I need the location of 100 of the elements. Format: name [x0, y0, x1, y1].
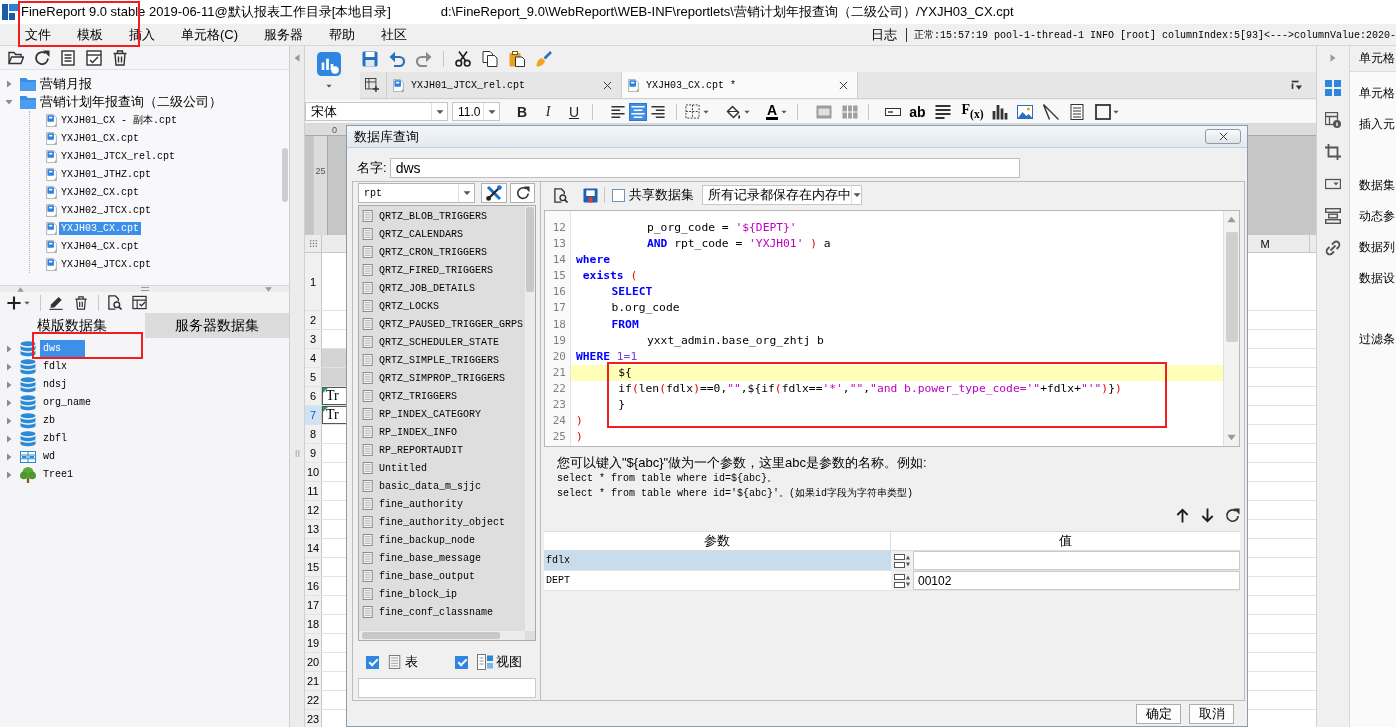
sql-editor[interactable]: [544, 210, 1240, 447]
caret-right-icon[interactable]: [5, 453, 13, 461]
table-item[interactable]: fine_backup_node: [379, 534, 475, 546]
document-icon[interactable]: [60, 49, 76, 66]
report-icon[interactable]: [316, 52, 341, 76]
sheet-cell[interactable]: [322, 349, 346, 367]
table-item[interactable]: QRTZ_CALENDARS: [379, 228, 463, 240]
row-header[interactable]: 22: [305, 691, 322, 709]
table-item[interactable]: fine_conf_classname: [379, 606, 494, 618]
table-item[interactable]: fine_base_message: [379, 552, 482, 564]
row-header[interactable]: 12: [305, 501, 322, 519]
table-item[interactable]: RP_INDEX_INFO: [379, 426, 457, 438]
align-center-button[interactable]: [629, 102, 647, 121]
split-cells-icon[interactable]: [842, 103, 859, 120]
bold-button[interactable]: B: [514, 102, 530, 121]
checkbox-label[interactable]: 表: [405, 653, 418, 671]
copy-icon[interactable]: [482, 51, 498, 67]
row-header[interactable]: 17: [305, 596, 322, 614]
document-check-icon[interactable]: [86, 49, 102, 66]
table-item[interactable]: QRTZ_SCHEDULER_STATE: [379, 336, 500, 348]
menu-item[interactable]: 文件: [25, 25, 51, 44]
formula-button[interactable]: F$_{(x)}$: [961, 102, 984, 121]
table-check-icon[interactable]: [132, 295, 147, 310]
table-item[interactable]: QRTZ_BLOB_TRIGGERS: [379, 210, 488, 222]
row-header[interactable]: 6: [305, 387, 322, 405]
scrollbar[interactable]: [359, 631, 525, 640]
bar-chart-icon[interactable]: [991, 103, 1008, 120]
row-header[interactable]: 4: [305, 349, 322, 367]
row-header[interactable]: 10: [305, 463, 322, 481]
tree-item[interactable]: YXJH01_CX - 副本.cpt: [59, 112, 179, 128]
table-item[interactable]: fine_block_ip: [379, 588, 457, 600]
trash-icon[interactable]: [74, 295, 88, 310]
checkbox[interactable]: [612, 188, 625, 202]
close-button[interactable]: [1205, 129, 1241, 144]
table-item[interactable]: QRTZ_PAUSED_TRIGGER_GRPS: [379, 318, 524, 330]
grip-dots-icon[interactable]: [308, 239, 318, 248]
caret-icon[interactable]: [781, 108, 788, 115]
caret-right-icon[interactable]: [5, 80, 13, 88]
row-header[interactable]: 8: [305, 425, 322, 443]
link-icon[interactable]: [1325, 240, 1341, 256]
scrollbar[interactable]: [525, 206, 535, 631]
caret-right-icon[interactable]: [5, 345, 13, 353]
caret-icon[interactable]: [744, 108, 750, 115]
tree-item[interactable]: 营销计划年报查询（二级公司）: [39, 93, 223, 111]
caret-icon[interactable]: [325, 83, 332, 89]
menu-item[interactable]: 模板: [77, 25, 103, 44]
save-icon[interactable]: [583, 187, 598, 203]
editor-tab[interactable]: YXJH03_CX.cpt *: [622, 72, 858, 98]
row-header[interactable]: 23: [305, 710, 322, 727]
dataset-item[interactable]: ndsj: [40, 379, 70, 391]
image-icon[interactable]: [1016, 103, 1033, 120]
table-item[interactable]: QRTZ_TRIGGERS: [379, 390, 457, 402]
checkbox[interactable]: [366, 655, 379, 669]
table-item[interactable]: fine_authority_object: [379, 516, 506, 528]
diagonal-line-icon[interactable]: [1042, 103, 1059, 120]
row-header[interactable]: 13: [305, 520, 322, 538]
row-header[interactable]: 19: [305, 634, 322, 652]
table-item[interactable]: RP_INDEX_CATEGORY: [379, 408, 482, 420]
type-switch-icon[interactable]: [894, 552, 910, 569]
document-search-icon[interactable]: [553, 187, 568, 203]
table-item[interactable]: Untitled: [379, 462, 427, 474]
row-header[interactable]: 1: [305, 253, 322, 310]
table-item[interactable]: QRTZ_FIRED_TRIGGERS: [379, 264, 494, 276]
tree-item[interactable]: 营销月报: [39, 75, 93, 93]
font-color-button[interactable]: A: [766, 103, 779, 120]
tree-item[interactable]: YXJH04_JTCX.cpt: [59, 257, 153, 271]
table-item[interactable]: RP_REPORTAUDIT: [379, 444, 463, 456]
dataset-item[interactable]: org_name: [40, 397, 94, 409]
brush-icon[interactable]: [536, 51, 552, 67]
down-triangle-icon[interactable]: [265, 285, 272, 293]
dialog-button[interactable]: 取消: [1189, 704, 1234, 724]
grip-icon[interactable]: [140, 285, 149, 293]
tree-item[interactable]: YXJH04_CX.cpt: [59, 239, 141, 253]
menu-item[interactable]: 单元格(C): [181, 25, 239, 44]
dataset-tab[interactable]: 服务器数据集: [144, 313, 289, 338]
merge-cells-icon[interactable]: [816, 103, 833, 120]
trash-icon[interactable]: [112, 49, 128, 66]
row-header[interactable]: 20: [305, 653, 322, 671]
row-header[interactable]: 11: [305, 482, 322, 500]
checkbox[interactable]: [455, 655, 468, 669]
dialog-button[interactable]: 确定: [1136, 704, 1181, 724]
grid-plus-icon[interactable]: [365, 78, 379, 92]
move-down-icon[interactable]: [1200, 507, 1215, 523]
table-info-icon[interactable]: [1325, 112, 1341, 128]
save-icon[interactable]: [362, 51, 378, 67]
dataset-item[interactable]: Tree1: [40, 469, 76, 481]
row-header[interactable]: 18: [305, 615, 322, 633]
row-header[interactable]: 9: [305, 444, 322, 462]
refresh-icon[interactable]: [34, 49, 50, 66]
dataset-item[interactable]: fdlx: [40, 361, 70, 373]
italic-button[interactable]: I: [540, 102, 556, 121]
document-icon[interactable]: [1068, 103, 1085, 120]
row-header[interactable]: 15: [305, 558, 322, 576]
tree-item[interactable]: YXJH01_JTCX_rel.cpt: [59, 149, 178, 163]
row-header[interactable]: 21: [305, 672, 322, 690]
table-item[interactable]: fine_authority: [379, 498, 463, 510]
text-tool-button[interactable]: ab: [909, 103, 926, 120]
document-search-icon[interactable]: [107, 295, 122, 310]
dataset-item[interactable]: zb: [40, 415, 58, 427]
caret-right-icon[interactable]: [5, 435, 13, 443]
